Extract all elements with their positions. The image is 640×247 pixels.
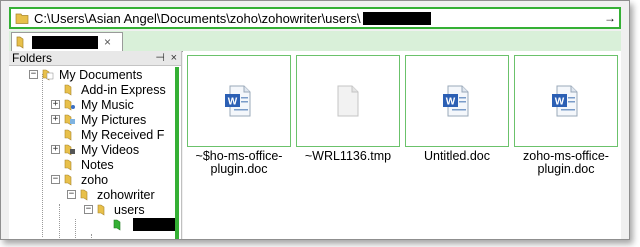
svg-text:W: W [555, 97, 565, 108]
expand-icon[interactable]: + [51, 115, 60, 124]
tree-item-selected-user[interactable] [113, 217, 178, 232]
address-path[interactable]: C:\Users\Asian Angel\Documents\zoho\zoho… [34, 11, 431, 26]
redacted-tab-label [32, 35, 98, 49]
tree-item-notes[interactable]: Notes [51, 157, 114, 172]
tree-item-label: Notes [81, 157, 114, 172]
file-thumbnail[interactable]: W [187, 55, 291, 147]
folders-pane-title: Folders [12, 51, 53, 65]
file-item[interactable]: W ~$ho-ms-office-plugin.doc [187, 55, 291, 176]
tab-strip: × [9, 31, 621, 52]
file-thumbnail[interactable]: W [405, 55, 509, 147]
tree-item-add-in-express[interactable]: Add-in Express [51, 82, 166, 97]
tree-item-my-documents[interactable]: − My Documents [29, 67, 142, 82]
tree-item-label: My Music [81, 97, 134, 112]
music-folder-icon [64, 99, 75, 111]
videos-folder-icon [64, 144, 75, 156]
tree-item-zoho[interactable]: − zoho [51, 172, 108, 187]
file-item[interactable]: W zoho-ms-office-plugin.doc [514, 55, 618, 176]
tree-item-label: zohowriter [97, 187, 155, 202]
svg-text:W: W [228, 97, 238, 108]
file-name: Untitled.doc [423, 149, 490, 163]
tree-item-label: My Received F [81, 127, 165, 142]
tree-item-label: My Videos [81, 142, 140, 157]
folder-icon [64, 129, 72, 141]
collapse-icon[interactable]: − [29, 70, 38, 79]
tab-current-folder[interactable]: × [11, 32, 123, 51]
folder-icon [64, 174, 72, 186]
folder-icon [16, 36, 24, 49]
expand-icon[interactable]: + [51, 145, 60, 154]
tree-item-my-videos[interactable]: + My Videos [51, 142, 139, 157]
open-folder-icon [113, 219, 121, 231]
file-manager-window: C:\Users\Asian Angel\Documents\zoho\zoho… [0, 0, 630, 240]
folder-icon [97, 204, 105, 216]
file-thumbnail[interactable] [296, 55, 400, 147]
tree-item-label: Add-in Express [81, 82, 166, 97]
collapse-icon[interactable]: − [67, 190, 76, 199]
pin-icon[interactable]: ⊣ [155, 51, 165, 65]
close-tab-button[interactable]: × [104, 35, 111, 49]
tree-item-users[interactable]: − users [84, 202, 145, 217]
tree-item-label: zoho [81, 172, 109, 187]
collapse-icon[interactable]: − [51, 175, 60, 184]
folder-icon [64, 159, 72, 171]
tree-item-label: My Documents [59, 67, 143, 82]
svg-text:W: W [446, 97, 456, 108]
word-document-icon: W [552, 85, 578, 117]
expand-icon[interactable]: + [51, 100, 60, 109]
folder-icon [80, 189, 88, 201]
file-item[interactable]: ~WRL1136.tmp [296, 55, 400, 163]
tree-item-label: My Pictures [81, 112, 147, 127]
blank-file-icon [337, 85, 359, 117]
tree-item-label: users [114, 202, 145, 217]
word-document-icon: W [443, 85, 469, 117]
collapse-icon[interactable]: − [84, 205, 93, 214]
file-thumbnail[interactable]: W [514, 55, 618, 147]
close-pane-button[interactable]: × [171, 51, 177, 65]
file-name: ~$ho-ms-office-plugin.doc [195, 149, 283, 176]
tree-item-my-pictures[interactable]: + My Pictures [51, 112, 146, 127]
tree-item-zohowriter[interactable]: − zohowriter [67, 187, 155, 202]
tree-item-my-music[interactable]: + My Music [51, 97, 134, 112]
folder-icon [64, 84, 72, 96]
redacted-folder-label [133, 218, 178, 231]
file-list: W ~$ho-ms-office-plugin.doc ~WRL1136.tmp [183, 51, 621, 239]
folders-pane: Folders ⊣ × − My Documents Add-in Expres… [9, 51, 182, 239]
redacted-username [362, 11, 431, 25]
folder-icon [15, 13, 29, 24]
word-document-icon: W [225, 85, 251, 117]
documents-folder-icon [42, 69, 54, 81]
folders-pane-header: Folders ⊣ × [9, 51, 181, 66]
file-item[interactable]: W Untitled.doc [405, 55, 509, 163]
scrollbar[interactable] [175, 67, 179, 239]
file-name: ~WRL1136.tmp [304, 149, 392, 163]
address-bar[interactable]: C:\Users\Asian Angel\Documents\zoho\zoho… [9, 7, 621, 29]
go-button[interactable]: → [604, 11, 616, 25]
tree-item-my-received-files[interactable]: My Received F [51, 127, 164, 142]
file-name: zoho-ms-office-plugin.doc [523, 149, 609, 176]
pictures-folder-icon [64, 114, 75, 126]
